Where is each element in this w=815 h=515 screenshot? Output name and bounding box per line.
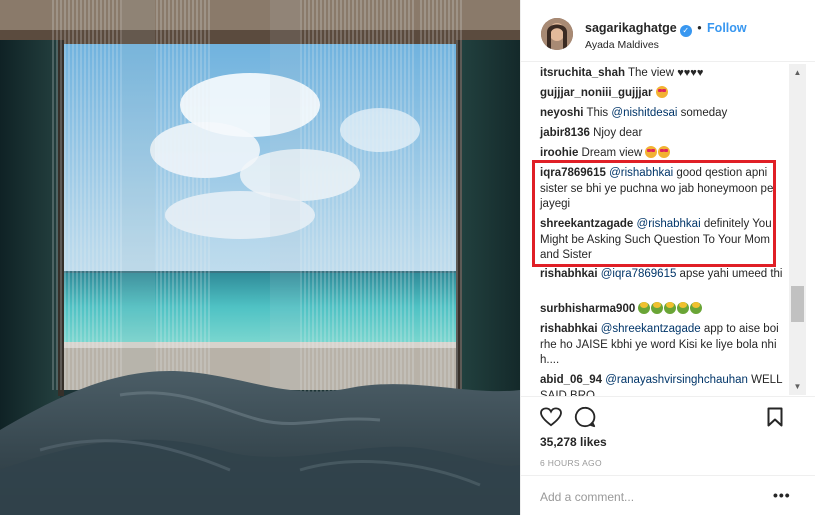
comment-item: surbhisharma900 — [540, 302, 785, 318]
comment-username[interactable]: rishabhkai — [540, 268, 598, 280]
verified-badge-icon: ✓ — [679, 25, 692, 37]
scroll-down-arrow-icon[interactable]: ▼ — [789, 378, 806, 395]
comment-mention[interactable]: @iqra7869615 — [601, 268, 677, 280]
comment-username[interactable]: itsruchita_shah — [540, 67, 625, 79]
bouquet-emoji-icon — [690, 302, 703, 314]
comment-mention[interactable]: @shreekantzagade — [601, 323, 701, 335]
comment-username[interactable]: gujjjar_noniii_gujjjar — [540, 87, 652, 99]
bouquet-emoji-icon — [677, 302, 690, 314]
post-time: 6 HOURS AGO — [540, 458, 602, 468]
follow-button[interactable]: Follow — [707, 21, 747, 35]
comment-mention[interactable]: @ranayashvirsinghchauhan — [605, 374, 748, 386]
comment-username[interactable]: surbhisharma900 — [540, 303, 635, 315]
star-eyes-emoji-icon — [655, 86, 668, 98]
post-username[interactable]: sagarikaghatge — [585, 21, 677, 35]
comment-username[interactable]: neyoshi — [540, 107, 583, 119]
comment-item: neyoshi This @nishitdesai someday — [540, 106, 785, 122]
comment-text: This — [583, 107, 612, 119]
scrollbar-thumb[interactable] — [791, 286, 804, 322]
heart-icon[interactable] — [540, 407, 562, 432]
post-header: sagarikaghatge ✓ • Follow Ayada Maldives — [521, 0, 815, 62]
post-actions: 35,278 likes 6 HOURS AGO — [521, 396, 815, 468]
avatar[interactable] — [541, 18, 573, 50]
more-options-icon[interactable]: ••• — [773, 487, 791, 503]
comment-username[interactable]: rishabhkai — [540, 323, 598, 335]
bouquet-emoji-icon — [651, 302, 664, 314]
comment-item: itsruchita_shah The view ♥♥♥♥ — [540, 66, 785, 82]
comment-item: jabir8136 Njoy dear — [540, 126, 785, 142]
bouquet-emoji-icon — [664, 302, 677, 314]
comment-text: Dream view — [578, 147, 646, 159]
post-photo[interactable] — [0, 0, 520, 515]
black-heart-emoji-icon: ♥♥♥♥ — [677, 67, 704, 79]
highlight-annotation-box — [532, 160, 776, 267]
comment-item: gujjjar_noniii_gujjjar — [540, 86, 785, 102]
scroll-up-arrow-icon[interactable]: ▲ — [789, 64, 806, 81]
bookmark-icon[interactable] — [767, 407, 783, 432]
comment-username[interactable]: abid_06_94 — [540, 374, 602, 386]
comment-item: rishabhkai @shreekantzagade app to aise … — [540, 322, 785, 369]
comment-username[interactable]: iroohie — [540, 147, 578, 159]
star-eyes-emoji-icon — [658, 146, 671, 158]
comment-text: Njoy dear — [589, 127, 643, 139]
bouquet-emoji-icon — [638, 302, 651, 314]
likes-count[interactable]: 35,278 likes — [540, 435, 607, 449]
comment-text: someday — [677, 107, 728, 119]
add-comment-input[interactable] — [540, 488, 760, 506]
comment-item: abid_06_94 @ranayashvirsinghchauhan WELL… — [540, 373, 785, 396]
comment-text: The view — [625, 67, 675, 79]
comment-username[interactable]: jabir8136 — [540, 127, 590, 139]
comment-mention[interactable]: @nishitdesai — [611, 107, 677, 119]
post-location[interactable]: Ayada Maldives — [585, 39, 659, 51]
comment-text: apse yahi umeed thi — [676, 268, 783, 280]
comments-scrollbar[interactable]: ▲ ▼ — [789, 64, 806, 395]
comment-item: rishabhkai @iqra7869615 apse yahi umeed … — [540, 267, 785, 283]
star-eyes-emoji-icon — [645, 146, 658, 158]
post-user-line: sagarikaghatge ✓ • Follow — [585, 21, 747, 37]
comment-bubble-icon[interactable] — [574, 406, 596, 433]
add-comment-bar: ••• — [521, 475, 815, 515]
separator-dot: • — [693, 21, 706, 35]
photo-scene — [0, 0, 520, 515]
